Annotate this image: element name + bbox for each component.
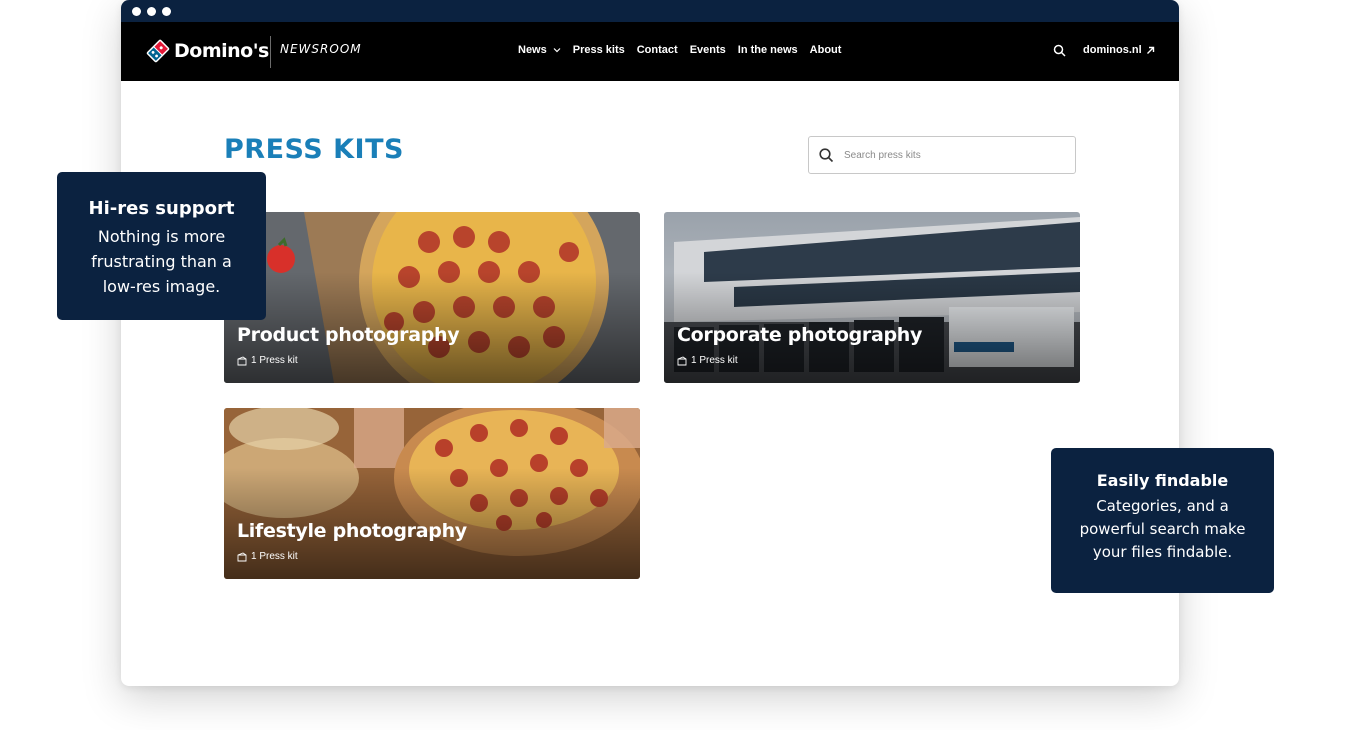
chevron-down-icon — [553, 48, 561, 53]
card-meta: 1 Press kit — [237, 551, 298, 562]
card-title: Corporate photography — [677, 324, 923, 346]
callout-line: frustrating than a — [91, 252, 232, 271]
press-kit-icon — [677, 355, 687, 365]
callout-hi-res: Hi-res support Nothing is more frustrati… — [57, 172, 266, 320]
nav-item-label: Contact — [636, 44, 678, 56]
newsroom-label: NEWSROOM — [280, 42, 362, 56]
search-press-kits[interactable] — [808, 136, 1076, 174]
nav-item-press-kits[interactable]: Press kits — [573, 44, 625, 56]
card-meta-label: 1 Press kit — [251, 355, 298, 366]
press-kit-card-corporate[interactable]: Corporate photography 1 Press kit — [664, 212, 1080, 383]
nav-item-in-the-news[interactable]: In the news — [738, 44, 798, 56]
card-meta: 1 Press kit — [237, 355, 298, 366]
brand-name: Domino's — [174, 40, 269, 62]
card-meta-label: 1 Press kit — [251, 551, 298, 562]
nav-item-news[interactable]: News — [518, 44, 561, 56]
press-kit-card-lifestyle[interactable]: Lifestyle photography 1 Press kit — [224, 408, 640, 579]
window-dot[interactable] — [147, 7, 156, 16]
callout-line: powerful search make — [1079, 520, 1246, 538]
press-kit-card-product[interactable]: Product photography 1 Press kit — [224, 212, 640, 383]
domino-logo-icon — [146, 39, 170, 63]
nav-item-label: About — [809, 44, 842, 56]
callout-line: Categories, and a — [1096, 497, 1229, 515]
browser-window: Domino's NEWSROOM News Press kits Contac… — [121, 0, 1179, 686]
card-meta-label: 1 Press kit — [691, 355, 738, 366]
card-title: Product photography — [237, 324, 460, 346]
search-input[interactable] — [842, 148, 1046, 162]
window-chrome — [121, 0, 1179, 22]
search-icon[interactable] — [1053, 44, 1066, 57]
nav-item-about[interactable]: About — [810, 44, 842, 56]
callout-line: low-res image. — [102, 277, 221, 296]
press-kit-icon — [237, 355, 247, 365]
top-navbar: Domino's NEWSROOM News Press kits Contac… — [121, 22, 1179, 81]
external-site-link[interactable]: dominos.nl — [1083, 44, 1155, 56]
callout-line: your files findable. — [1092, 543, 1233, 561]
callout-title: Hi-res support — [88, 198, 235, 219]
search-icon — [819, 147, 834, 162]
logo-divider — [270, 36, 271, 68]
window-dot[interactable] — [162, 7, 171, 16]
main-nav: News Press kits Contact Events In the ne… — [518, 44, 841, 56]
nav-item-events[interactable]: Events — [690, 44, 726, 56]
page-title: PRESS KITS — [224, 134, 404, 165]
callout-body: Nothing is more frustrating than a low-r… — [57, 224, 266, 299]
press-kit-icon — [237, 551, 247, 561]
nav-item-label: News — [518, 44, 547, 56]
nav-item-contact[interactable]: Contact — [637, 44, 678, 56]
callout-body: Categories, and a powerful search make y… — [1051, 495, 1274, 564]
card-meta: 1 Press kit — [677, 355, 738, 366]
window-dot[interactable] — [132, 7, 141, 16]
callout-easily-findable: Easily findable Categories, and a powerf… — [1051, 448, 1274, 593]
dominos-logo[interactable]: Domino's — [145, 34, 269, 68]
nav-item-label: Press kits — [572, 44, 625, 56]
arrow-up-right-icon — [1146, 46, 1154, 54]
callout-title: Easily findable — [1096, 471, 1229, 490]
nav-item-label: In the news — [737, 44, 798, 56]
card-title: Lifestyle photography — [237, 520, 467, 542]
external-link-label: dominos.nl — [1083, 44, 1142, 56]
nav-item-label: Events — [689, 44, 726, 56]
callout-line: Nothing is more — [97, 227, 226, 246]
